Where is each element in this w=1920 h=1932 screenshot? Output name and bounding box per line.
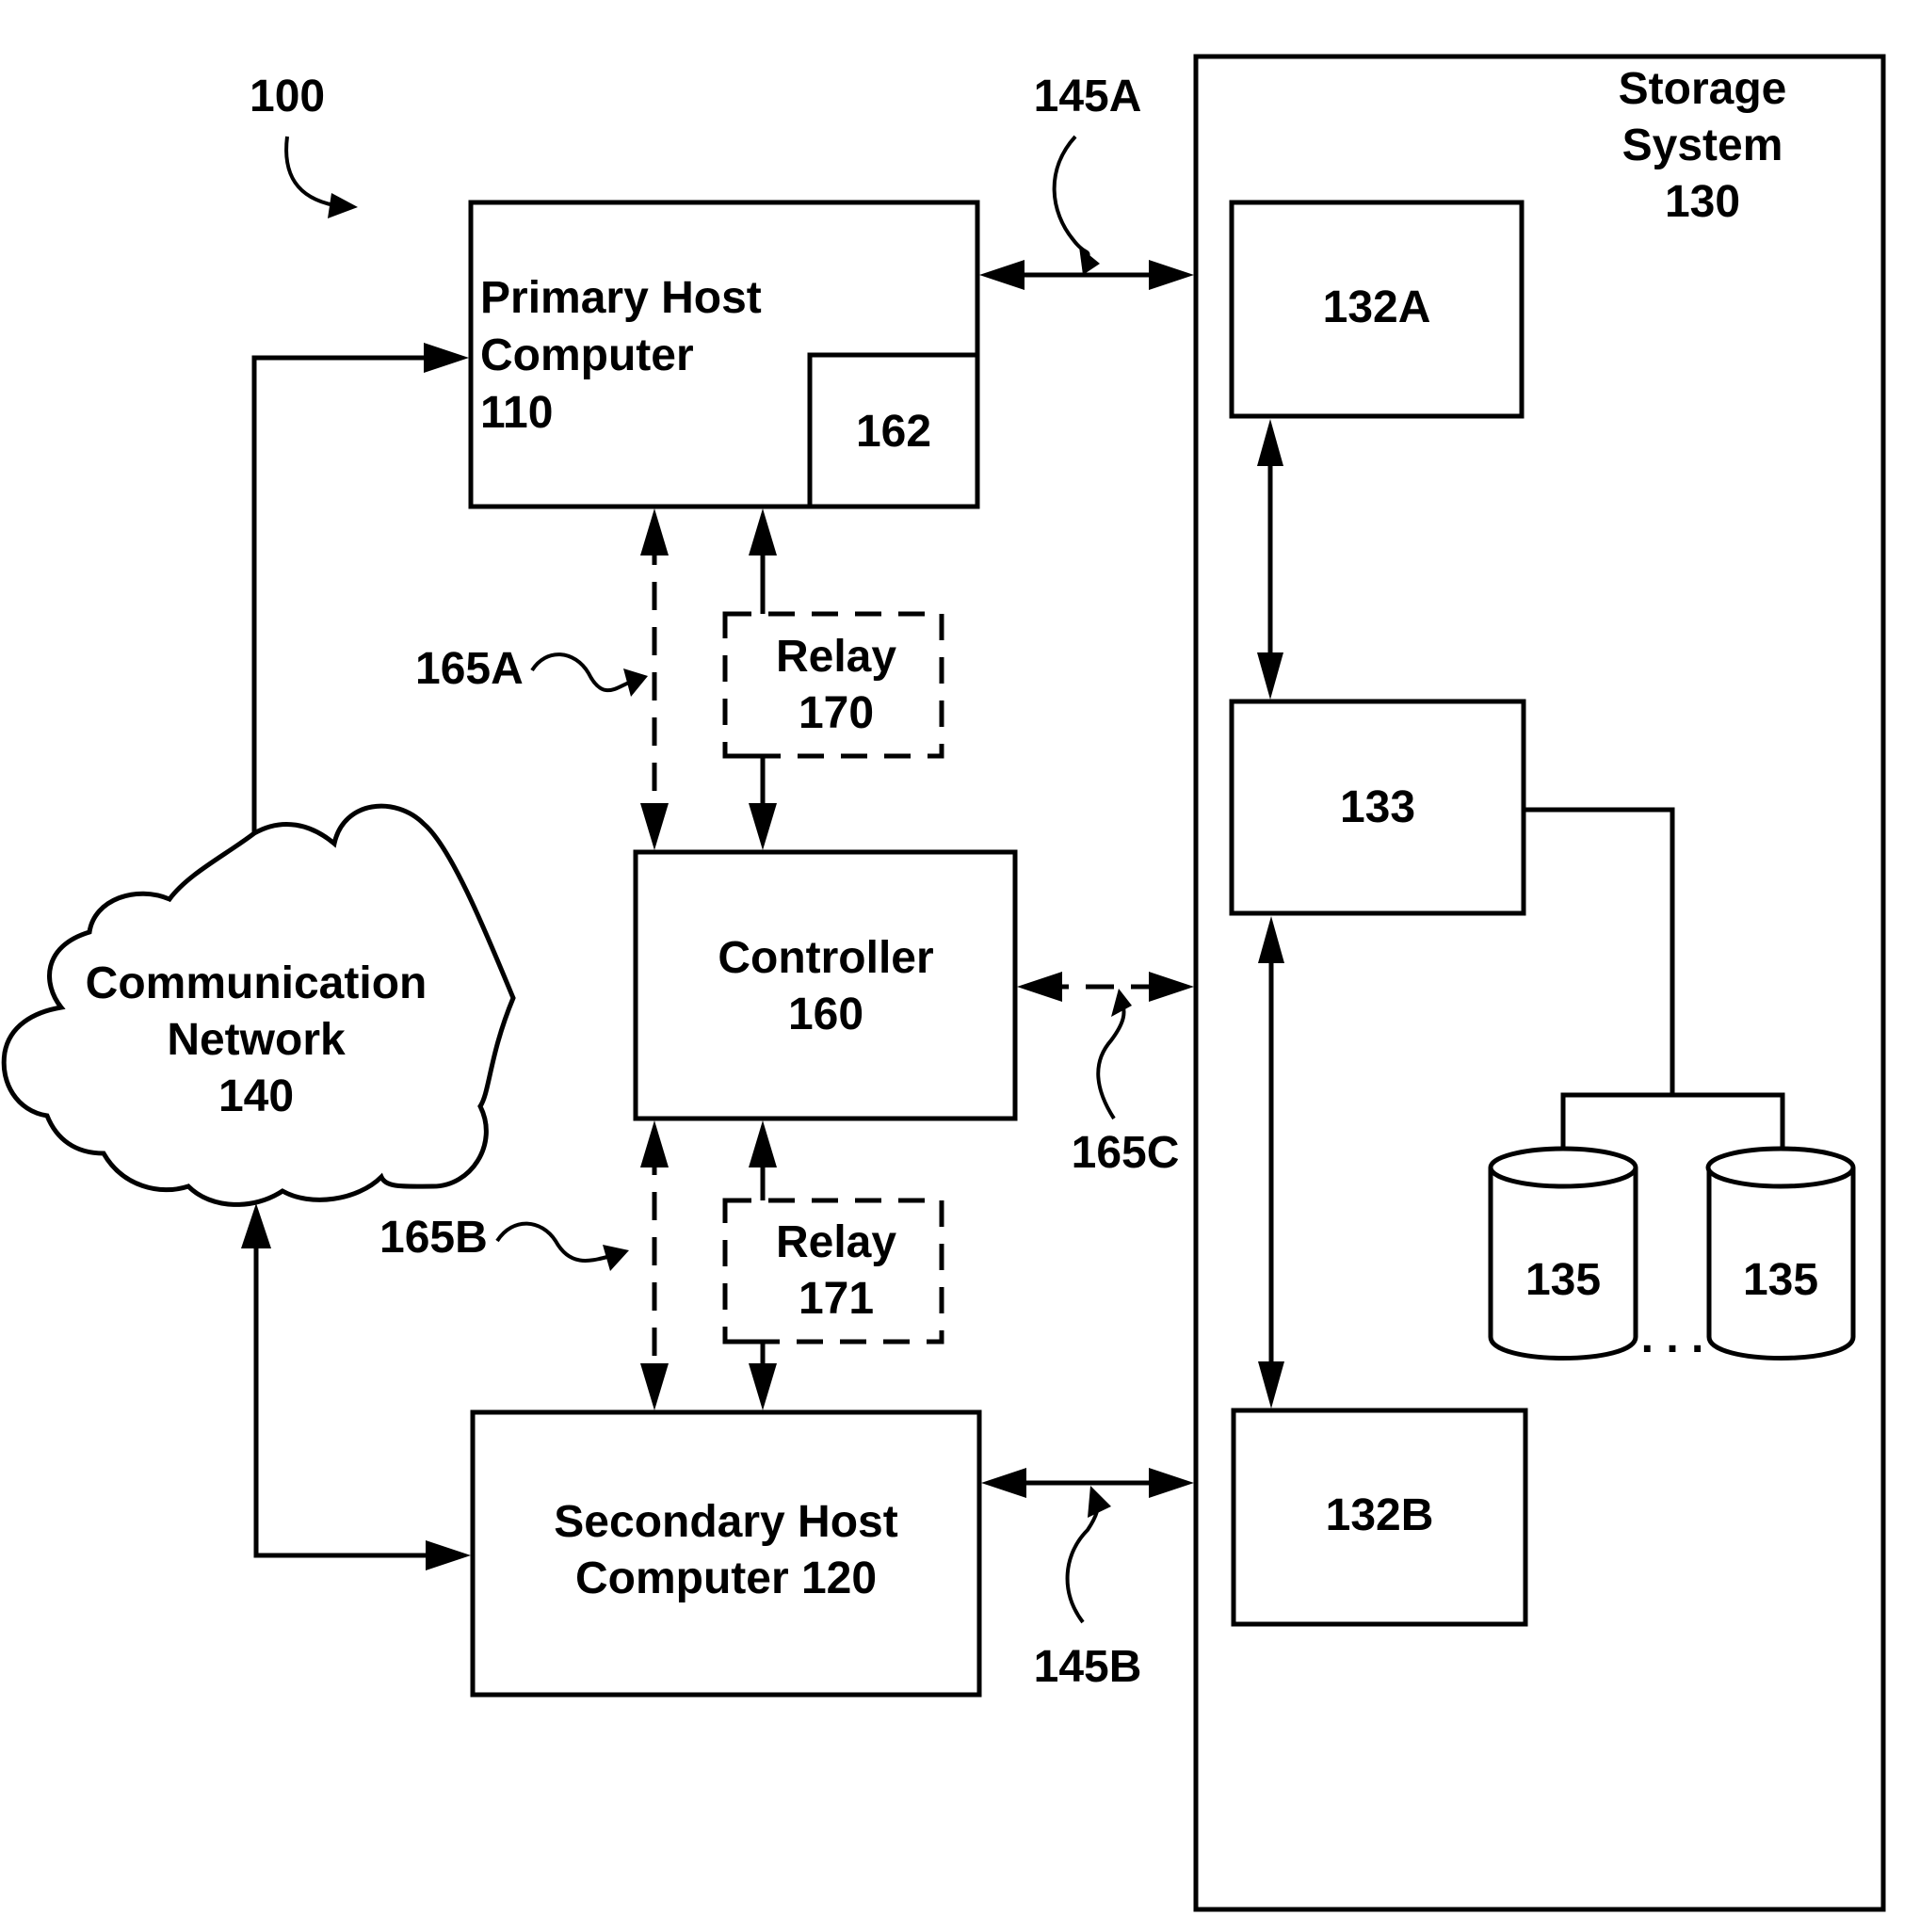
primary-host-label-line1: Primary Host	[480, 273, 762, 323]
link-165a-label: 165A	[415, 644, 524, 694]
arrow-down-icon	[640, 1363, 669, 1410]
disk-ellipsis: . . .	[1641, 1312, 1704, 1362]
arrow-right-icon	[1149, 972, 1194, 1002]
storage-system-label-line1: Storage	[1619, 64, 1787, 114]
storage-module-132b: 132B	[1231, 1408, 1528, 1627]
controller: Controller 160	[633, 849, 1018, 1121]
relay-170: Relay 170	[722, 611, 944, 759]
arrow-down-icon	[749, 803, 777, 850]
primary-host-computer: Primary Host Computer 110 162	[468, 200, 980, 509]
link-145a: 145A	[979, 72, 1194, 290]
link-165a: 165A	[415, 508, 669, 850]
disk-135-left-label: 135	[1525, 1255, 1601, 1305]
secondary-host-label-line1: Secondary Host	[554, 1497, 897, 1547]
relay-171: Relay 171	[722, 1198, 944, 1344]
arrow-right-icon	[424, 343, 469, 373]
communication-network-cloud: Communication Network 140	[1, 803, 516, 1207]
link-165c: 165C	[1017, 972, 1194, 1178]
secondary-host-computer: Secondary Host Computer 120	[470, 1409, 982, 1698]
arrow-right-icon	[1149, 260, 1194, 290]
controller-label-line1: Controller	[718, 933, 933, 983]
disk-135-right-label: 135	[1743, 1255, 1818, 1305]
figure-ref-label: 100	[250, 72, 325, 121]
storage-module-133-label: 133	[1340, 782, 1415, 832]
figure-ref-arrow-icon	[284, 136, 358, 218]
arrow-left-icon	[1017, 972, 1062, 1002]
relay-171-label-line2: 171	[799, 1274, 874, 1324]
storage-module-132b-label: 132B	[1326, 1490, 1434, 1540]
network-label-line3: 140	[218, 1071, 294, 1121]
arrow-up-icon	[640, 1120, 669, 1167]
storage-module-133: 133	[1229, 699, 1526, 916]
link-145b: 145B	[981, 1468, 1194, 1692]
link-145b-label: 145B	[1034, 1642, 1142, 1692]
network-label-line2: Network	[167, 1015, 346, 1065]
link-relay170	[725, 508, 777, 850]
storage-system-label-line3: 130	[1665, 177, 1740, 227]
link-145a-label: 145A	[1034, 72, 1142, 121]
network-label-line1: Communication	[86, 958, 428, 1008]
arrow-up-icon	[241, 1203, 271, 1248]
storage-system-label-line2: System	[1622, 121, 1783, 170]
storage-module-132a-label: 132A	[1323, 282, 1431, 332]
relay-170-label-line1: Relay	[776, 632, 896, 682]
relay-171-label-line1: Relay	[776, 1217, 896, 1267]
arrow-down-icon	[640, 803, 669, 850]
primary-host-label-line3: 110	[480, 388, 553, 438]
disk-135-left: 135	[1488, 1146, 1638, 1360]
storage-module-132a: 132A	[1229, 200, 1525, 419]
arrow-right-icon	[1149, 1468, 1194, 1498]
arrow-left-icon	[981, 1468, 1026, 1498]
link-165b-label: 165B	[379, 1213, 488, 1263]
arrow-left-icon	[979, 260, 1025, 290]
module-162-label: 162	[856, 407, 931, 457]
arrow-up-icon	[749, 508, 777, 555]
disk-135-right: 135	[1705, 1146, 1856, 1360]
link-165c-label: 165C	[1072, 1128, 1180, 1178]
controller-label-line2: 160	[788, 990, 863, 1039]
secondary-host-label-line2: Computer 120	[575, 1554, 877, 1603]
system-diagram: 100 Storage System 130 132A 133 132B 135…	[1, 54, 1886, 1912]
arrow-up-icon	[749, 1120, 777, 1167]
arrow-down-icon	[749, 1363, 777, 1410]
relay-170-label-line2: 170	[799, 688, 874, 738]
link-relay171	[725, 1120, 777, 1410]
arrow-right-icon	[426, 1540, 471, 1570]
primary-host-label-line2: Computer	[480, 330, 694, 380]
arrow-up-icon	[640, 508, 669, 555]
